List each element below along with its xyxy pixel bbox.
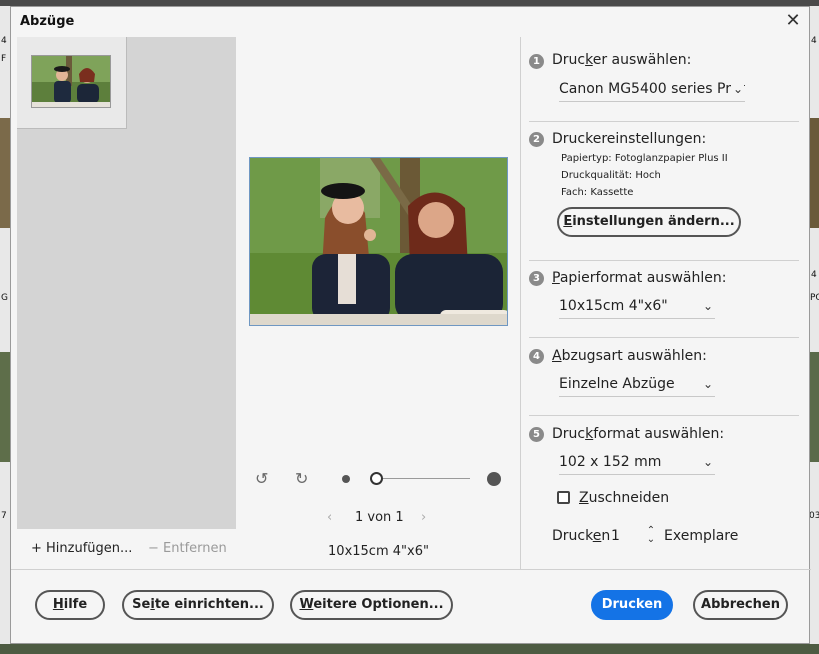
- help-button[interactable]: Hilfe: [35, 590, 105, 620]
- print-preview-image: [249, 157, 508, 326]
- vertical-divider: [520, 37, 521, 569]
- step-1-badge: 1: [529, 54, 544, 69]
- print-format-label: Druckformat auswählen:: [552, 426, 725, 442]
- previous-page-icon[interactable]: ‹: [327, 510, 332, 525]
- rotate-right-icon[interactable]: ↻: [295, 469, 308, 488]
- background-panel-right: [810, 6, 819, 118]
- background-label: F: [1, 54, 7, 64]
- remove-photo-button[interactable]: − Entfernen: [148, 541, 227, 556]
- thumbnail-image: [31, 55, 111, 108]
- background-panel-left-mid: [0, 228, 10, 352]
- crop-checkbox[interactable]: [557, 491, 570, 504]
- chevron-down-icon: ⌄: [702, 377, 713, 391]
- background-photo-right-2: [810, 352, 819, 462]
- thumbnail-item[interactable]: [17, 37, 127, 129]
- background-photo-strip-bottom: [0, 644, 819, 654]
- change-settings-button[interactable]: Einstellungen ändern...: [557, 207, 741, 237]
- thumbnail-panel: [17, 37, 236, 529]
- crop-checkbox-label: Zuschneiden: [579, 490, 670, 506]
- thumbnail-panel-footer: + Hinzufügen... − Entfernen: [17, 529, 236, 569]
- chevron-down-icon: ⌄: [702, 455, 713, 469]
- paper-format-label: Papierformat auswählen:: [552, 270, 727, 286]
- printer-select[interactable]: Canon MG5400 series Printer ⌄: [559, 78, 745, 102]
- section-divider: [529, 121, 799, 122]
- zoom-slider-track[interactable]: [381, 478, 470, 479]
- background-panel-left-low: [0, 462, 10, 644]
- print-format-value: 102 x 152 mm: [559, 454, 662, 470]
- printer-select-value: Canon MG5400 series Printer: [559, 81, 745, 97]
- copies-stepper-icon[interactable]: ⌃ ⌄: [645, 526, 657, 546]
- more-options-button[interactable]: Weitere Optionen...: [290, 590, 453, 620]
- background-label: PG: [810, 293, 819, 303]
- chevron-down-icon: ⌄: [702, 299, 713, 313]
- background-label: 4: [811, 36, 817, 46]
- chevron-down-icon: ⌄: [730, 78, 743, 100]
- zoom-slider-handle[interactable]: [370, 472, 383, 485]
- background-label: G: [1, 293, 8, 303]
- footer-divider: [11, 569, 811, 570]
- section-divider: [529, 337, 799, 338]
- next-page-icon[interactable]: ›: [421, 510, 426, 525]
- print-quality-info: Druckqualität: Hoch: [561, 170, 661, 181]
- printer-settings-label: Druckereinstellungen:: [552, 131, 707, 147]
- page-indicator: 1 von 1: [355, 510, 404, 525]
- close-icon[interactable]: ✕: [783, 10, 803, 32]
- background-photo-right-1: [810, 118, 819, 228]
- zoom-out-icon[interactable]: [342, 475, 350, 483]
- print-copies-label: Drucken: [552, 528, 611, 544]
- rotate-left-icon[interactable]: ↺: [255, 469, 268, 488]
- step-4-badge: 4: [529, 349, 544, 364]
- title-bar: Abzüge ✕: [11, 7, 811, 37]
- step-2-badge: 2: [529, 132, 544, 147]
- tray-info: Fach: Kassette: [561, 187, 634, 198]
- add-photo-button[interactable]: + Hinzufügen...: [31, 541, 132, 556]
- print-type-label: Abzugsart auswählen:: [552, 348, 707, 364]
- paper-type-info: Papiertyp: Fotoglanzpapier Plus II: [561, 153, 728, 164]
- page-setup-button[interactable]: Seite einrichten...: [122, 590, 274, 620]
- background-label: 7: [1, 511, 7, 521]
- paper-format-select[interactable]: 10x15cm 4"x6" ⌄: [559, 295, 715, 319]
- print-dialog: Abzüge ✕ + Hinzufügen... − Entfernen ↺ ↻…: [10, 6, 811, 644]
- print-type-value: Einzelne Abzüge: [559, 376, 675, 392]
- copies-unit-label: Exemplare: [664, 528, 739, 544]
- paper-format-value: 10x15cm 4"x6": [559, 298, 668, 314]
- dialog-title: Abzüge: [20, 14, 75, 29]
- step-3-badge: 3: [529, 271, 544, 286]
- select-printer-label: Drucker auswählen:: [552, 52, 692, 68]
- background-photo-left-1: [0, 118, 10, 228]
- step-5-badge: 5: [529, 427, 544, 442]
- print-format-select[interactable]: 102 x 152 mm ⌄: [559, 451, 715, 475]
- background-label: 4: [1, 36, 7, 46]
- zoom-in-icon[interactable]: [487, 472, 501, 486]
- copies-input[interactable]: 1: [611, 526, 627, 546]
- print-button[interactable]: Drucken: [591, 590, 673, 620]
- section-divider: [529, 260, 799, 261]
- print-type-select[interactable]: Einzelne Abzüge ⌄: [559, 373, 715, 397]
- background-label: 03: [809, 511, 819, 521]
- background-photo-left-2: [0, 352, 10, 462]
- background-label: 4: [811, 270, 817, 280]
- background-panel-right-low: [810, 462, 819, 644]
- cancel-button[interactable]: Abbrechen: [693, 590, 788, 620]
- preview-paper-label: 10x15cm 4"x6": [328, 544, 429, 559]
- background-panel-right-mid: [810, 228, 819, 352]
- section-divider: [529, 415, 799, 416]
